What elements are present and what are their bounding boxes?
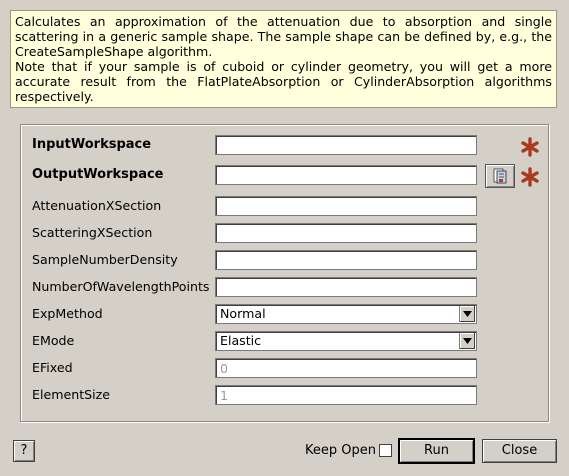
keep-open-label: Keep Open (305, 443, 376, 458)
sample-number-density-field[interactable] (215, 250, 477, 270)
run-button[interactable]: Run (398, 438, 475, 464)
input-workspace-field[interactable] (215, 135, 477, 155)
exp-method-value: Normal (220, 306, 266, 321)
browse-file-icon (493, 168, 507, 184)
exp-method-dropdown-button[interactable] (459, 306, 475, 322)
exp-method-label: ExpMethod (32, 306, 103, 321)
emode-dropdown-button[interactable] (459, 333, 475, 349)
emode-label: EMode (32, 333, 75, 348)
input-workspace-label: InputWorkspace (32, 137, 152, 152)
element-size-label: ElementSize (32, 387, 110, 402)
description-text-1: Calculates an approximation of the atten… (15, 14, 552, 60)
scattering-xsection-field[interactable] (215, 223, 477, 243)
browse-button[interactable] (485, 164, 515, 188)
emode-value: Elastic (220, 333, 262, 348)
efixed-field[interactable] (215, 358, 477, 378)
chevron-down-icon (463, 338, 472, 344)
number-of-wavelength-points-label: NumberOfWavelengthPoints (32, 279, 210, 294)
element-size-field[interactable] (215, 385, 477, 405)
attenuation-xsection-label: AttenuationXSection (32, 198, 162, 213)
efixed-label: EFixed (32, 360, 73, 375)
sample-number-density-label: SampleNumberDensity (32, 252, 178, 267)
keep-open-checkbox[interactable] (379, 444, 392, 457)
algorithm-description: Calculates an approximation of the atten… (10, 10, 557, 108)
emode-select[interactable]: Elastic (215, 331, 477, 351)
scattering-xsection-label: ScatteringXSection (32, 225, 153, 240)
close-button[interactable]: Close (482, 439, 557, 463)
attenuation-xsection-field[interactable] (215, 196, 477, 216)
description-text-2: Note that if your sample is of cuboid or… (15, 59, 552, 105)
output-workspace-field[interactable] (215, 165, 477, 185)
mandatory-asterisk-icon (521, 137, 539, 157)
exp-method-select[interactable]: Normal (215, 304, 477, 324)
number-of-wavelength-points-field[interactable] (215, 277, 477, 297)
chevron-down-icon (463, 311, 472, 317)
help-button[interactable]: ? (13, 440, 35, 462)
output-workspace-label: OutputWorkspace (32, 167, 164, 182)
mandatory-asterisk-icon (521, 167, 539, 187)
